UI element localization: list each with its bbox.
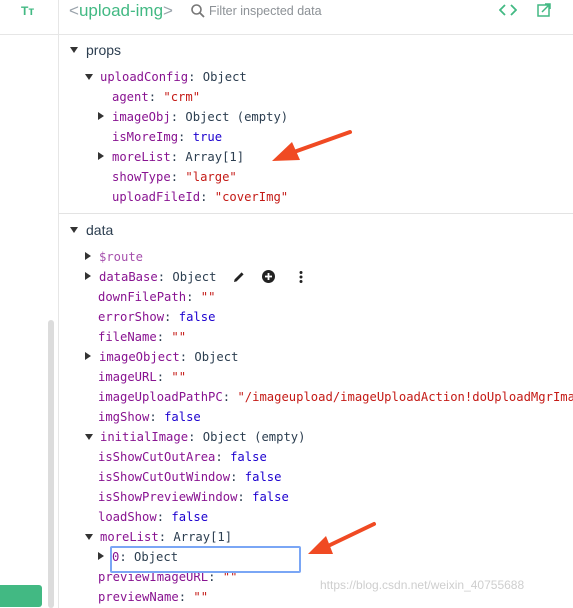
collapse-arrow-icon[interactable] (85, 434, 93, 440)
edit-pencil-icon[interactable] (232, 270, 246, 284)
annotation-arrow-icon (272, 130, 352, 161)
prop-row-showType[interactable]: showType: "large" (112, 167, 237, 187)
selected-component-indicator[interactable] (0, 585, 42, 607)
expand-arrow-icon[interactable] (85, 352, 91, 360)
data-row-imageUploadPathPC[interactable]: imageUploadPathPC: "/imageupload/imageUp… (98, 387, 573, 407)
code-icon[interactable] (499, 3, 517, 17)
data-row-dataBase[interactable]: dataBase: Object (85, 267, 305, 287)
expand-arrow-icon[interactable] (85, 272, 91, 280)
prop-row-moreList[interactable]: moreList: Array[1] (98, 147, 244, 167)
data-row-errorShow[interactable]: errorShow: false (98, 307, 215, 327)
prop-row-uploadConfig[interactable]: uploadConfig: Object (85, 67, 247, 87)
expand-arrow-icon[interactable] (85, 252, 91, 260)
font-toggle-icon[interactable]: Tт (21, 4, 34, 18)
data-row-isShowCutOutWindow[interactable]: isShowCutOutWindow: false (98, 467, 281, 487)
data-row-imageObject[interactable]: imageObject: Object (85, 347, 238, 367)
data-row-isShowPreviewWindow[interactable]: isShowPreviewWindow: false (98, 487, 289, 507)
data-section-header[interactable]: data (70, 222, 113, 238)
inspector-header: <upload-img> (59, 0, 573, 35)
props-section-header[interactable]: props (70, 42, 121, 58)
highlight-box (110, 546, 301, 573)
data-row-loadShow[interactable]: loadShow: false (98, 507, 208, 527)
data-row-imgShow[interactable]: imgShow: false (98, 407, 201, 427)
filter-input[interactable] (209, 3, 389, 19)
data-row-previewName[interactable]: previewName: "" (98, 587, 208, 607)
left-pane-scrollbar[interactable] (48, 320, 54, 608)
data-row-imageURL[interactable]: imageURL: "" (98, 367, 186, 387)
data-row-initialImage[interactable]: initialImage: Object (empty) (85, 427, 305, 447)
more-vertical-icon[interactable] (297, 270, 305, 284)
watermark: https://blog.csdn.net/weixin_40755688 (320, 578, 525, 592)
expand-arrow-icon[interactable] (98, 152, 104, 160)
collapse-arrow-icon[interactable] (85, 534, 93, 540)
component-name: <upload-img> (69, 1, 173, 20)
annotation-arrow-icon (308, 522, 376, 554)
collapse-arrow-icon[interactable] (85, 74, 93, 80)
prop-row-isMoreImg[interactable]: isMoreImg: true (112, 127, 222, 147)
add-circle-icon[interactable] (261, 269, 276, 284)
data-row-fileName[interactable]: fileName: "" (98, 327, 186, 347)
data-row-moreList[interactable]: moreList: Array[1] (85, 527, 232, 547)
prop-row-imageObj[interactable]: imageObj: Object (empty) (98, 107, 288, 127)
prop-row-uploadFileId[interactable]: uploadFileId: "coverImg" (112, 187, 288, 207)
chevron-down-icon (70, 227, 78, 233)
prop-row-agent[interactable]: agent: "crm" (112, 87, 200, 107)
left-pane: Tт (0, 0, 59, 608)
expand-arrow-icon[interactable] (98, 552, 104, 560)
open-in-editor-icon[interactable] (537, 3, 551, 17)
data-row-isShowCutOutArea[interactable]: isShowCutOutArea: false (98, 447, 267, 467)
chevron-down-icon (70, 47, 78, 53)
section-divider (59, 213, 573, 214)
search-icon (191, 4, 205, 18)
expand-arrow-icon[interactable] (98, 112, 104, 120)
data-row-route[interactable]: $route (85, 247, 143, 267)
left-pane-divider (0, 34, 58, 35)
data-row-downFilePath[interactable]: downFilePath: "" (98, 287, 215, 307)
